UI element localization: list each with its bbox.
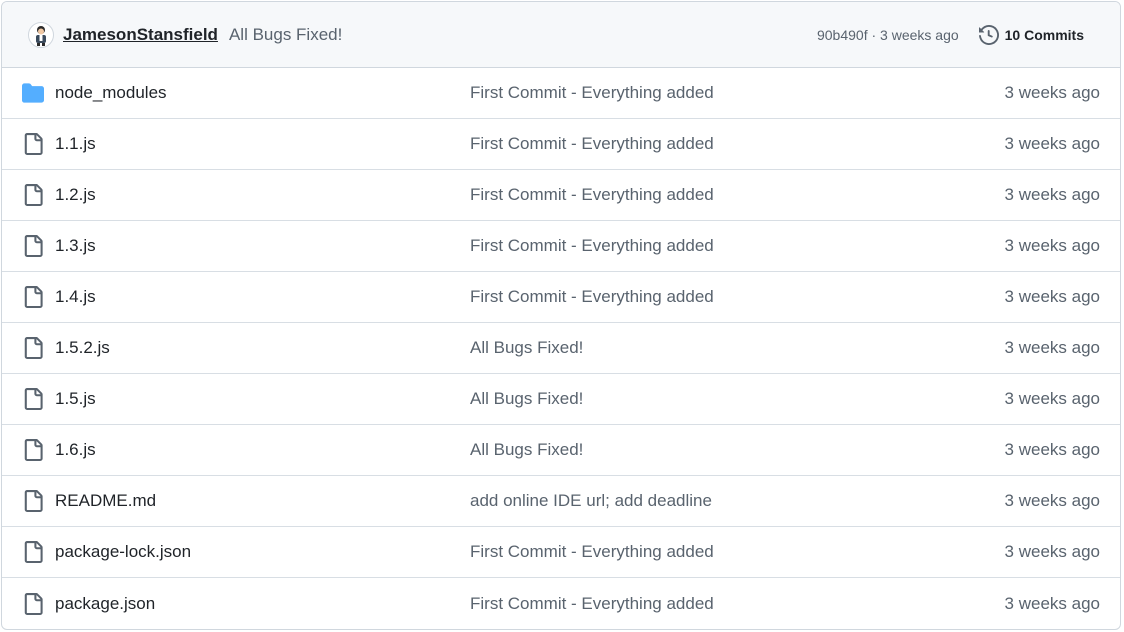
file-commit-message-link[interactable]: All Bugs Fixed! [470, 440, 583, 460]
file-browser: JamesonStansfield All Bugs Fixed! 90b490… [1, 1, 1121, 630]
file-row[interactable]: 1.3.js First Commit - Everything added 3 w… [2, 221, 1120, 272]
file-name-link[interactable]: node_modules [55, 83, 167, 103]
folder-icon [22, 82, 44, 104]
file-commit-time: 3 weeks ago [1004, 236, 1100, 255]
file-commit-time: 3 weeks ago [1004, 338, 1100, 357]
file-name-link[interactable]: 1.2.js [55, 185, 96, 205]
file-commit-time: 3 weeks ago [1004, 593, 1100, 613]
file-icon [22, 541, 44, 563]
file-commit-message-link[interactable]: add online IDE url; add deadline [470, 491, 712, 511]
file-row[interactable]: 1.6.js All Bugs Fixed! 3 weeks ago [2, 425, 1120, 476]
file-icon [22, 439, 44, 461]
file-name-link[interactable]: 1.3.js [55, 236, 96, 256]
file-name-link[interactable]: package-lock.json [55, 542, 191, 562]
file-name-link[interactable]: 1.5.2.js [55, 338, 110, 358]
file-commit-message-link[interactable]: All Bugs Fixed! [470, 338, 583, 358]
file-commit-time: 3 weeks ago [1004, 83, 1100, 102]
file-name-link[interactable]: 1.6.js [55, 440, 96, 460]
file-icon [22, 286, 44, 308]
file-commit-time: 3 weeks ago [1004, 542, 1100, 561]
file-icon [22, 490, 44, 512]
file-icon [22, 388, 44, 410]
file-commit-time: 3 weeks ago [1004, 134, 1100, 153]
latest-commit-header: JamesonStansfield All Bugs Fixed! 90b490… [2, 2, 1120, 68]
file-row[interactable]: node_modules First Commit - Everything ad… [2, 68, 1120, 119]
file-list: node_modules First Commit - Everything ad… [2, 68, 1120, 629]
file-row[interactable]: 1.5.2.js All Bugs Fixed! 3 weeks ago [2, 323, 1120, 374]
commit-sha-time[interactable]: 90b490f · 3 weeks ago [817, 27, 959, 43]
history-clock-icon [978, 24, 999, 45]
commits-history-link[interactable]: 10 Commits [978, 24, 1084, 45]
latest-commit-message[interactable]: All Bugs Fixed! [229, 25, 342, 45]
file-row[interactable]: 1.4.js First Commit - Everything added 3 w… [2, 272, 1120, 323]
user-avatar[interactable] [28, 21, 54, 48]
file-name-link[interactable]: 1.1.js [55, 134, 96, 154]
file-commit-message-link[interactable]: First Commit - Everything added [470, 542, 714, 562]
file-icon [22, 235, 44, 257]
file-commit-message-link[interactable]: First Commit - Everything added [470, 134, 714, 154]
file-name-link[interactable]: README.md [55, 491, 156, 511]
file-commit-message-link[interactable]: First Commit - Everything added [470, 185, 714, 205]
file-commit-message-link[interactable]: First Commit - Everything added [470, 287, 714, 307]
commits-count-label: 10 Commits [1004, 26, 1084, 43]
file-name-link[interactable]: 1.4.js [55, 287, 96, 307]
file-icon [22, 592, 44, 615]
file-name-link[interactable]: package.json [55, 594, 155, 614]
file-icon [22, 337, 44, 359]
file-commit-time: 3 weeks ago [1004, 440, 1100, 459]
file-commit-time: 3 weeks ago [1004, 491, 1100, 510]
file-icon [22, 184, 44, 206]
commit-author-link[interactable]: JamesonStansfield [63, 25, 218, 45]
commit-meta: 90b490f · 3 weeks ago 10 Commits [817, 24, 1104, 45]
file-icon [22, 133, 44, 155]
file-row[interactable]: package.json First Commit - Everything ad… [2, 578, 1120, 629]
file-commit-message-link[interactable]: First Commit - Everything added [470, 594, 714, 614]
file-commit-message-link[interactable]: All Bugs Fixed! [470, 389, 583, 409]
file-commit-time: 3 weeks ago [1004, 389, 1100, 408]
file-row[interactable]: package-lock.json First Commit - Everythi… [2, 527, 1120, 578]
file-commit-message-link[interactable]: First Commit - Everything added [470, 83, 714, 103]
file-row[interactable]: 1.5.js All Bugs Fixed! 3 weeks ago [2, 374, 1120, 425]
file-row[interactable]: 1.1.js First Commit - Everything added 3 w… [2, 119, 1120, 170]
file-commit-time: 3 weeks ago [1004, 185, 1100, 204]
file-row[interactable]: 1.2.js First Commit - Everything added 3 w… [2, 170, 1120, 221]
file-commit-time: 3 weeks ago [1004, 287, 1100, 306]
file-commit-message-link[interactable]: First Commit - Everything added [470, 236, 714, 256]
file-name-link[interactable]: 1.5.js [55, 389, 96, 409]
file-row[interactable]: README.md add online IDE url; add deadlin… [2, 476, 1120, 527]
